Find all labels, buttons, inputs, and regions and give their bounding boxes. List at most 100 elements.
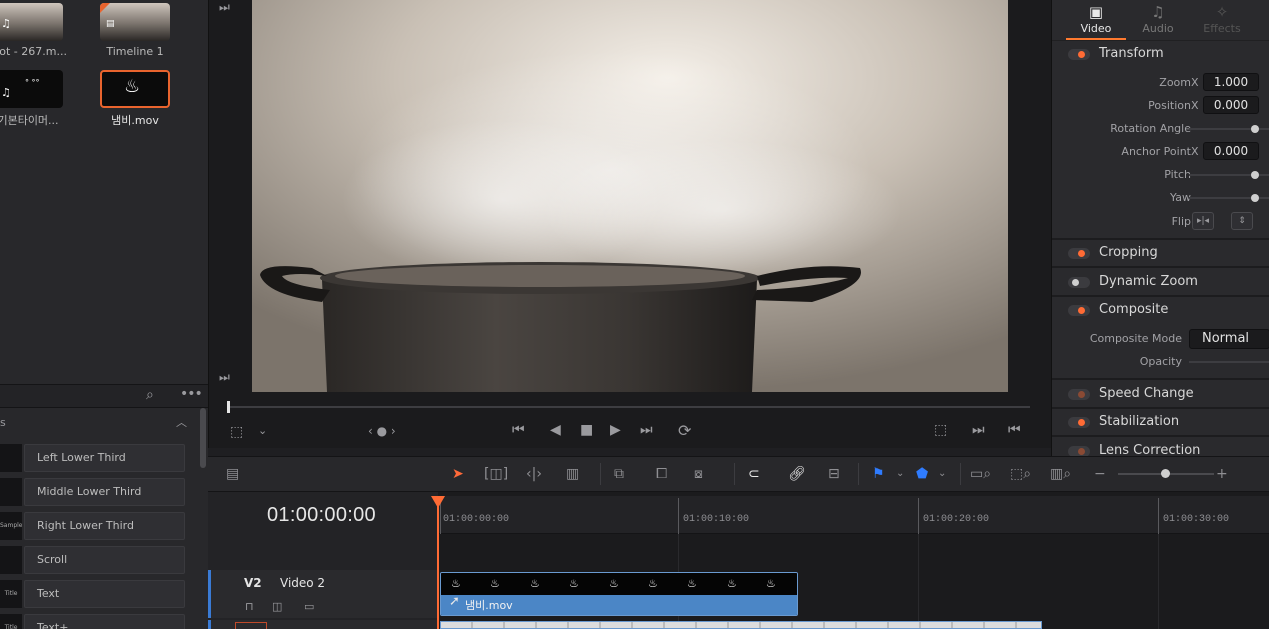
video-preview[interactable]: [252, 0, 1008, 392]
lens-correction-toggle[interactable]: [1068, 446, 1090, 456]
composite-toggle[interactable]: [1068, 305, 1090, 316]
yaw-slider[interactable]: [1189, 194, 1269, 202]
zoom-in-icon[interactable]: +: [1216, 465, 1228, 483]
music-note-icon: ♫: [1, 17, 11, 30]
tab-audio[interactable]: ♫ Audio: [1128, 0, 1188, 38]
flag-icon[interactable]: ⚑: [872, 465, 885, 483]
section-transform[interactable]: Transform: [1052, 40, 1269, 68]
effects-category-header[interactable]: s ︿: [0, 408, 208, 438]
media-pool-item[interactable]: ♫ ° °° 기본타이머...: [0, 70, 63, 128]
match-frame-icon[interactable]: ⬚: [934, 422, 947, 438]
timeline-playhead[interactable]: [437, 500, 439, 629]
jog-control-icon[interactable]: ‹ ● ›: [368, 424, 396, 438]
effects-list-item[interactable]: Title Text+: [0, 614, 186, 629]
opacity-slider[interactable]: [1189, 361, 1269, 363]
skip-to-end-icon[interactable]: ⏭: [219, 370, 230, 385]
track-header-v1[interactable]: [208, 620, 438, 629]
zoom-slider-knob[interactable]: [1161, 469, 1170, 478]
section-dynamic-zoom[interactable]: Dynamic Zoom: [1052, 268, 1269, 296]
dynamic-trim-tool-icon[interactable]: ‹|›: [526, 465, 542, 483]
chevron-down-icon[interactable]: ⌄: [938, 465, 946, 483]
custom-zoom-icon[interactable]: ▥⌕: [1050, 465, 1071, 483]
flip-vertical-button[interactable]: ⇕: [1231, 212, 1253, 230]
media-pool-item-selected[interactable]: ♨ 냄비.mov: [100, 70, 170, 128]
media-pool-item[interactable]: ▤ Timeline 1: [100, 3, 170, 58]
zoom-x-field[interactable]: 1.000: [1203, 73, 1259, 91]
cropping-toggle[interactable]: [1068, 248, 1090, 259]
slider-knob[interactable]: [1251, 125, 1259, 133]
rotation-angle-slider[interactable]: [1189, 125, 1269, 133]
playhead-handle[interactable]: [431, 496, 445, 508]
zoom-out-icon[interactable]: −: [1094, 465, 1106, 483]
selection-tool-icon[interactable]: ➤: [452, 465, 464, 483]
go-to-end-icon[interactable]: ⏭: [640, 422, 653, 438]
chevron-down-icon[interactable]: ⌄: [258, 424, 267, 437]
section-cropping[interactable]: Cropping: [1052, 239, 1269, 267]
section-lens-correction[interactable]: Lens Correction: [1052, 437, 1269, 456]
slider-knob[interactable]: [1251, 194, 1259, 202]
title-preview-icon: Title: [0, 580, 22, 608]
scrubber-playhead[interactable]: [227, 401, 230, 413]
effects-list-item[interactable]: Sample Right Lower Third: [0, 512, 186, 540]
replace-clip-icon[interactable]: ⧇: [694, 465, 703, 483]
track-name[interactable]: Video 2: [280, 576, 325, 590]
viewer-scrubber[interactable]: [227, 401, 1030, 413]
timeline-clip[interactable]: ♨ ♨ ♨ ♨ ♨ ♨ ♨ ♨ ♨ 냄비.mov: [440, 572, 798, 616]
tab-video[interactable]: ▣ Video: [1066, 0, 1126, 38]
blade-tool-icon[interactable]: ▥: [566, 465, 579, 483]
flip-horizontal-button[interactable]: ▸|◂: [1192, 212, 1214, 230]
more-options-icon[interactable]: •••: [180, 386, 203, 402]
panel-scrollbar[interactable]: [200, 408, 206, 468]
track-visibility-icon[interactable]: ▭: [304, 600, 314, 613]
slider-knob[interactable]: [1251, 171, 1259, 179]
chevron-up-icon[interactable]: ︿: [176, 414, 187, 430]
effects-list-item[interactable]: Title Text: [0, 580, 186, 608]
position-x-field[interactable]: 0.000: [1203, 96, 1259, 114]
previous-edit-icon[interactable]: ⏮: [1008, 422, 1021, 438]
tab-label: Effects: [1203, 22, 1241, 35]
anchor-point-x-field[interactable]: 0.000: [1203, 142, 1259, 160]
snapping-icon[interactable]: ⊂: [748, 465, 760, 483]
loop-icon[interactable]: ⟳: [678, 421, 691, 440]
lock-icon[interactable]: ⊓: [245, 600, 254, 613]
auto-select-icon[interactable]: ◫: [272, 600, 282, 613]
section-stabilization[interactable]: Stabilization: [1052, 408, 1269, 436]
timeline-clip-v1[interactable]: [440, 621, 1042, 629]
go-to-start-icon[interactable]: ⏮: [512, 422, 525, 438]
stabilization-toggle[interactable]: [1068, 417, 1090, 428]
transform-toggle[interactable]: [1068, 49, 1090, 60]
next-edit-icon[interactable]: ⏭: [972, 422, 985, 438]
pot-icon: ♨: [727, 577, 737, 590]
chevron-down-icon[interactable]: ⌄: [896, 465, 904, 483]
tab-effects[interactable]: ✧ Effects: [1192, 0, 1252, 38]
composite-mode-select[interactable]: Normal: [1189, 329, 1269, 349]
detail-zoom-icon[interactable]: ⬚⌕: [1010, 465, 1031, 483]
timeline-ruler[interactable]: [438, 496, 1269, 534]
media-pool-item[interactable]: ♫ Pot - 267.m...: [0, 3, 67, 58]
ruler-tick: [678, 498, 679, 534]
overwrite-clip-icon[interactable]: ⧠: [656, 465, 667, 483]
media-pool-caption: Pot - 267.m...: [0, 45, 67, 58]
dynamic-zoom-toggle[interactable]: [1068, 277, 1090, 288]
timeline-view-options-icon[interactable]: ▤: [226, 465, 239, 483]
link-icon[interactable]: 🔗︎: [788, 465, 806, 483]
search-icon[interactable]: ⌕: [146, 387, 154, 403]
pitch-slider[interactable]: [1189, 171, 1269, 179]
play-reverse-icon[interactable]: ◀: [550, 422, 561, 438]
section-speed-change[interactable]: Speed Change: [1052, 380, 1269, 408]
effects-list-item[interactable]: Left Lower Third: [0, 444, 186, 472]
full-extent-zoom-icon[interactable]: ▭⌕: [970, 465, 991, 483]
play-icon[interactable]: ▶: [610, 422, 621, 438]
speed-change-toggle[interactable]: [1068, 389, 1090, 400]
trim-edit-tool-icon[interactable]: [◫]: [484, 465, 508, 483]
effects-list-item[interactable]: Middle Lower Third: [0, 478, 186, 506]
marker-icon[interactable]: ⬟: [916, 465, 928, 483]
section-composite[interactable]: Composite: [1052, 296, 1269, 324]
insert-clip-icon[interactable]: ⧉: [614, 465, 624, 483]
viewer-options-icon[interactable]: ⬚: [230, 424, 243, 440]
position-lock-icon[interactable]: ⊟: [828, 465, 840, 483]
skip-to-end-icon[interactable]: ⏭: [219, 0, 230, 15]
timeline-timecode[interactable]: 01:00:00:00: [267, 504, 376, 527]
stop-icon[interactable]: ■: [580, 422, 593, 438]
effects-list-item[interactable]: Scroll: [0, 546, 186, 574]
